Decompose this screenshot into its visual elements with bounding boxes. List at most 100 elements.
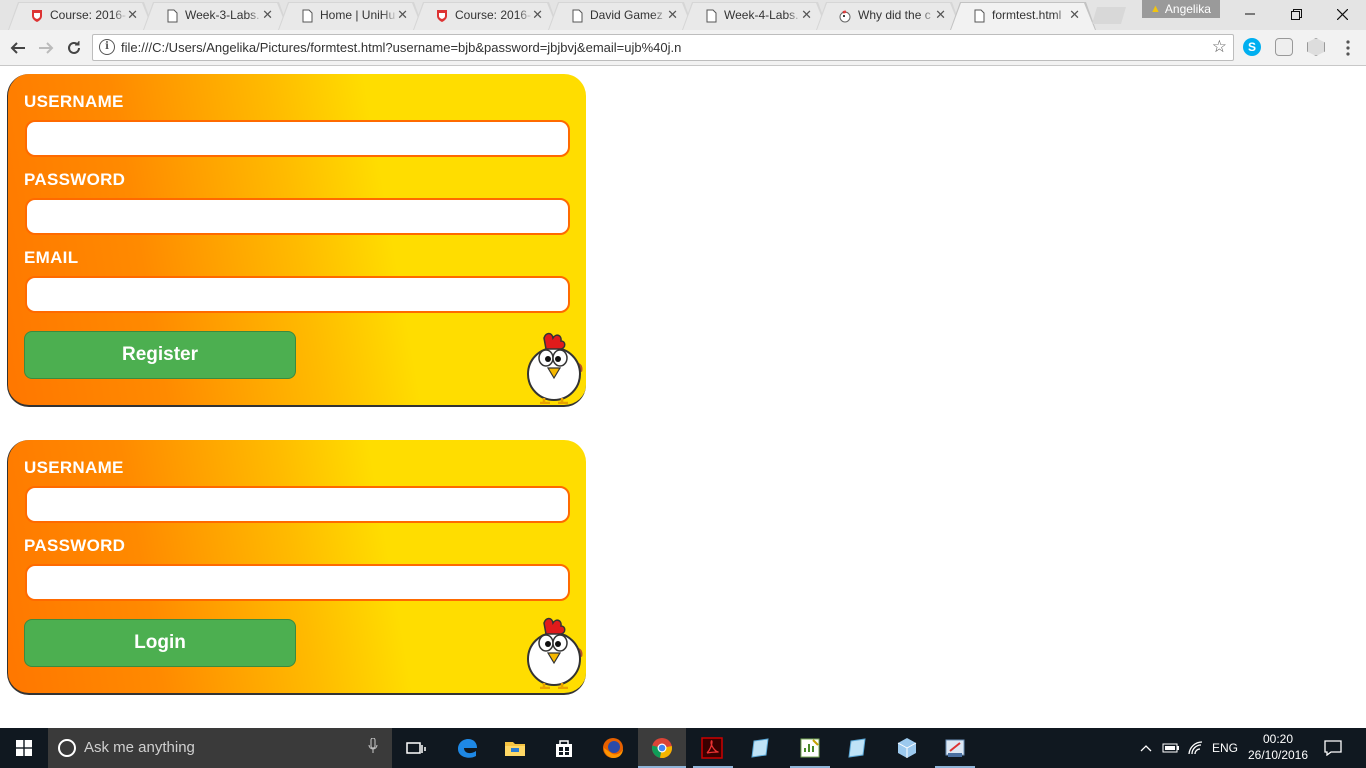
close-tab-icon[interactable]: ✕	[1069, 7, 1080, 23]
password-label: PASSWORD	[24, 170, 126, 189]
chicken-icon	[527, 617, 583, 689]
clock-date: 26/10/2016	[1247, 748, 1309, 762]
close-window-button[interactable]	[1319, 0, 1365, 28]
forward-arrow-icon	[39, 42, 54, 54]
reload-icon	[68, 41, 80, 54]
document-icon	[706, 9, 717, 23]
notes-app-icon[interactable]	[749, 736, 773, 760]
close-tab-icon[interactable]: ✕	[935, 7, 946, 23]
minimize-icon	[1245, 13, 1255, 15]
browser-tab[interactable]: Week-4-Labs. ✕	[682, 2, 828, 30]
chrome-icon[interactable]	[650, 736, 674, 760]
profile-name: Angelika	[1164, 2, 1211, 16]
notification-icon	[1324, 740, 1342, 756]
cortana-icon	[58, 739, 76, 757]
tab-title: formtest.html	[992, 8, 1062, 22]
login-password-input[interactable]	[25, 564, 570, 601]
browser-tab[interactable]: Week-3-Labs. ✕	[143, 2, 289, 30]
tab-strip: Course: 2016- ✕ Week-3-Labs. ✕ Home | Un…	[0, 0, 1366, 30]
shield-icon	[32, 10, 42, 22]
profile-button[interactable]: ▲ Angelika	[1142, 0, 1220, 18]
shield-icon	[437, 10, 447, 22]
new-tab-button[interactable]	[1092, 7, 1126, 24]
browser-tab[interactable]: David Gamez ✕	[548, 2, 694, 30]
tab-title: Course: 2016-	[455, 8, 532, 22]
tab-title: Why did the c	[858, 8, 931, 22]
username-label: USERNAME	[24, 458, 124, 477]
kebab-menu-icon	[1346, 40, 1350, 56]
show-hidden-icons-button[interactable]	[1140, 728, 1152, 768]
close-tab-icon[interactable]: ✕	[127, 7, 138, 23]
skype-icon[interactable]: S	[1243, 38, 1261, 56]
document-icon	[167, 9, 178, 23]
document-icon	[572, 9, 583, 23]
tab-title: Week-4-Labs.	[724, 8, 799, 22]
language-indicator[interactable]: ENG	[1212, 728, 1238, 768]
browser-tab[interactable]: Course: 2016- ✕	[8, 2, 154, 30]
tab-title: Home | UniHu	[320, 8, 396, 22]
username-label: USERNAME	[24, 92, 124, 111]
register-username-input[interactable]	[25, 120, 570, 157]
tab-title: Course: 2016-	[50, 8, 127, 22]
login-form: USERNAME PASSWORD Login	[7, 440, 586, 695]
start-button[interactable]	[0, 728, 48, 768]
forward-button[interactable]	[34, 36, 58, 60]
document-icon	[302, 9, 313, 23]
tab-title: Week-3-Labs.	[185, 8, 260, 22]
close-tab-icon[interactable]: ✕	[262, 7, 273, 23]
firefox-icon[interactable]	[601, 736, 625, 760]
reload-button[interactable]	[62, 36, 86, 60]
file-explorer-icon[interactable]	[503, 736, 527, 760]
task-view-icon[interactable]	[404, 736, 428, 760]
email-label: EMAIL	[24, 248, 79, 267]
bookmark-star-icon[interactable]: ☆	[1212, 37, 1227, 57]
store-icon[interactable]	[552, 736, 576, 760]
close-tab-icon[interactable]: ✕	[397, 7, 408, 23]
close-icon	[1336, 8, 1348, 20]
register-email-input[interactable]	[25, 276, 570, 313]
browser-tab-active[interactable]: formtest.html ✕	[950, 2, 1096, 30]
tab-title: David Gamez	[590, 8, 663, 22]
back-button[interactable]	[6, 36, 30, 60]
extension-icon[interactable]	[1275, 38, 1293, 56]
close-tab-icon[interactable]: ✕	[801, 7, 812, 23]
browser-tab[interactable]: Home | UniHu ✕	[278, 2, 424, 30]
address-bar[interactable]: i file:///C:/Users/Angelika/Pictures/for…	[92, 34, 1234, 61]
register-password-input[interactable]	[25, 198, 570, 235]
hexagon-extension-icon[interactable]	[1307, 38, 1325, 56]
minimize-button[interactable]	[1227, 0, 1273, 28]
package-app-icon[interactable]	[895, 736, 919, 760]
battery-icon[interactable]	[1162, 728, 1180, 768]
clock-time: 00:20	[1262, 732, 1294, 746]
clock[interactable]: 00:20 26/10/2016	[1242, 731, 1314, 763]
acrobat-icon[interactable]	[700, 736, 724, 760]
restore-button[interactable]	[1273, 0, 1319, 28]
close-tab-icon[interactable]: ✕	[532, 7, 543, 23]
chicken-icon	[839, 9, 851, 23]
paint-app-icon[interactable]	[943, 736, 967, 760]
notes-app-icon[interactable]	[846, 736, 870, 760]
register-form: USERNAME PASSWORD EMAIL Register	[7, 74, 586, 407]
browser-tab[interactable]: Why did the c ✕	[816, 2, 962, 30]
url-text: file:///C:/Users/Angelika/Pictures/formt…	[121, 40, 682, 55]
spreadsheet-app-icon[interactable]	[798, 736, 822, 760]
warning-icon: ▲	[1150, 3, 1161, 15]
wifi-icon[interactable]	[1188, 728, 1204, 768]
register-button[interactable]: Register	[24, 331, 296, 379]
document-icon	[974, 9, 985, 23]
edge-browser-icon[interactable]	[455, 736, 479, 760]
login-button[interactable]: Login	[24, 619, 296, 667]
chicken-icon	[527, 332, 583, 404]
password-label: PASSWORD	[24, 536, 126, 555]
browser-toolbar: i file:///C:/Users/Angelika/Pictures/for…	[0, 30, 1366, 66]
login-username-input[interactable]	[25, 486, 570, 523]
browser-tab[interactable]: Course: 2016- ✕	[413, 2, 559, 30]
info-icon[interactable]: i	[99, 39, 115, 55]
menu-button[interactable]	[1336, 36, 1360, 60]
close-tab-icon[interactable]: ✕	[667, 7, 678, 23]
windows-logo-icon	[16, 740, 32, 756]
taskbar-search[interactable]: Ask me anything	[48, 728, 392, 768]
action-center-button[interactable]	[1324, 728, 1342, 768]
microphone-icon[interactable]	[368, 738, 378, 754]
windows-taskbar: Ask me anything ENG 00:20 26/10/2016	[0, 728, 1366, 768]
